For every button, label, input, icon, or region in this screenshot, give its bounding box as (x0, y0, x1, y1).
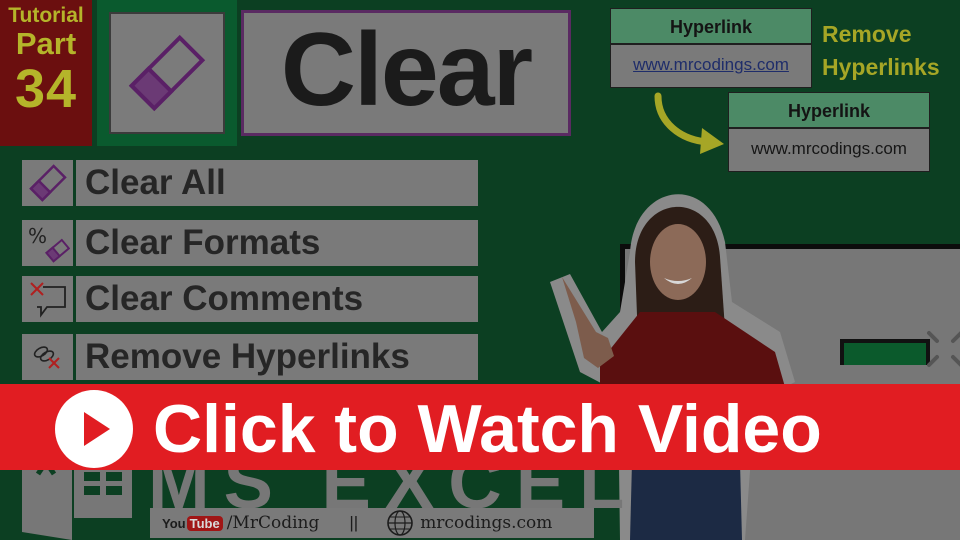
excel-logo-icon (22, 470, 132, 540)
remove-caption-line1: Remove (822, 21, 912, 47)
eraser-icon (128, 34, 206, 112)
footer-brand-bar: You Tube /MrCoding || mrcodings.com (150, 508, 594, 538)
preview-green-bar (840, 339, 930, 365)
video-thumbnail[interactable]: Tutorial Part 34 Clear Hyperlink www.mrc… (0, 0, 960, 540)
youtube-you-text: You (162, 515, 186, 531)
clear-comments-icon (29, 282, 66, 318)
watch-video-label[interactable]: Click to Watch Video (153, 384, 822, 470)
hyperlink-before-table: Hyperlink www.mrcodings.com (610, 8, 812, 88)
eraser-icon (28, 164, 67, 202)
youtube-logo-icon[interactable]: You Tube (162, 515, 223, 531)
youtube-channel-link[interactable]: /MrCoding (227, 513, 320, 533)
footer-separator: || (349, 513, 359, 532)
hyperlink-after-header: Hyperlink (729, 93, 929, 129)
menu-item-label: Clear Comments (76, 276, 478, 322)
page-title: Clear (280, 12, 533, 128)
title-panel: Clear (241, 10, 571, 136)
badge-tutorial-label: Tutorial (8, 4, 84, 27)
menu-item-label: Remove Hyperlinks (76, 334, 478, 380)
badge-part-number: 34 (14, 59, 78, 119)
badge-part-label: Part (15, 26, 77, 61)
eraser-icon-panel (97, 0, 237, 146)
menu-item-label: Clear All (76, 160, 478, 206)
hyperlink-before-value[interactable]: www.mrcodings.com (611, 45, 811, 87)
tutorial-part-badge: Tutorial Part 34 (0, 0, 92, 146)
remove-hyperlinks-caption: Remove Hyperlinks (822, 18, 940, 84)
hyperlink-before-header: Hyperlink (611, 9, 811, 45)
hyperlink-after-table: Hyperlink www.mrcodings.com (728, 92, 930, 172)
youtube-tube-text: Tube (186, 515, 223, 531)
clear-formats-icon: % (28, 224, 70, 263)
svg-text:%: % (28, 224, 47, 248)
globe-www-icon (387, 510, 413, 536)
remove-caption-line2: Hyperlinks (822, 54, 940, 80)
menu-item-label: Clear Formats (76, 220, 478, 266)
play-icon (84, 412, 110, 446)
expand-icon (927, 331, 960, 367)
remove-hyperlink-icon (33, 346, 60, 369)
website-link[interactable]: mrcodings.com (420, 513, 552, 533)
curved-arrow-icon (654, 92, 724, 154)
play-button[interactable] (55, 390, 133, 468)
